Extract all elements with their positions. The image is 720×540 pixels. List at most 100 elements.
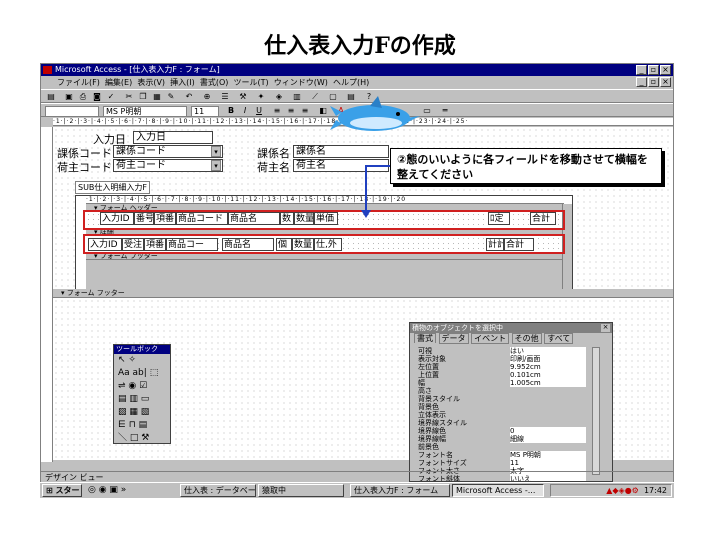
menu-help[interactable]: ヘルプ(H) xyxy=(333,78,369,87)
underline-icon[interactable]: U xyxy=(253,106,265,116)
button-tool-icon[interactable]: ▭ xyxy=(141,394,150,404)
property-row[interactable]: 境界線幅 細線 xyxy=(418,435,588,444)
subform-tool-icon[interactable]: ▤ xyxy=(139,420,148,430)
build-icon[interactable]: ⟋ xyxy=(309,92,321,102)
hyperlink-icon[interactable]: ⊕ xyxy=(201,92,213,102)
radio-tool-icon[interactable]: ◉ xyxy=(128,381,136,391)
menu-format[interactable]: 書式(O) xyxy=(200,78,229,87)
property-value[interactable] xyxy=(510,408,586,409)
tab-all[interactable]: すべて xyxy=(544,333,574,344)
task-access[interactable]: Microsoft Access -... xyxy=(452,484,544,497)
dept-dropdown-icon[interactable]: ▾ xyxy=(211,146,221,157)
print-icon[interactable]: ⎙ xyxy=(77,92,89,102)
property-value[interactable] xyxy=(510,400,586,401)
group-tool-icon[interactable]: ⬚ xyxy=(150,368,159,378)
task-database[interactable]: 仕入表 : データベース xyxy=(180,484,256,497)
copy-icon[interactable]: ❐ xyxy=(137,92,149,102)
task-capture[interactable]: 猿取中 xyxy=(258,484,344,497)
border-color-icon[interactable]: ▭ xyxy=(421,106,433,116)
view-icon[interactable]: ▤ xyxy=(45,92,57,102)
property-row[interactable]: フォント名 MS P明朝 xyxy=(418,451,588,460)
property-row[interactable]: 境界線スタイル xyxy=(418,419,588,427)
property-row[interactable]: 上位置 0.101cm xyxy=(418,371,588,380)
tab-tool-icon[interactable]: ⊓ xyxy=(129,420,136,430)
doc-close-icon[interactable]: × xyxy=(660,77,671,87)
spell-icon[interactable]: ✓ xyxy=(105,92,117,102)
more-tools-icon[interactable]: ⚒ xyxy=(141,433,149,443)
properties-icon[interactable]: ▥ xyxy=(291,92,303,102)
save-icon[interactable]: ▣ xyxy=(63,92,75,102)
paste-icon[interactable]: ▦ xyxy=(151,92,163,102)
align-right-icon[interactable]: ≡ xyxy=(299,106,311,116)
line-width-icon[interactable]: ═ xyxy=(439,106,451,116)
unbound-frame-icon[interactable]: ▦ xyxy=(129,407,138,417)
close-icon[interactable]: × xyxy=(660,65,671,75)
italic-icon[interactable]: I xyxy=(239,106,251,116)
property-value[interactable] xyxy=(510,448,586,449)
menu-window[interactable]: ウィンドウ(W) xyxy=(274,78,328,87)
label-tool-icon[interactable]: Aa xyxy=(118,368,130,378)
menu-view[interactable]: 表示(V) xyxy=(137,78,165,87)
field-dept-name[interactable]: 課係名 xyxy=(293,145,389,158)
property-row[interactable]: 背景スタイル xyxy=(418,395,588,403)
property-row[interactable]: 可視 はい xyxy=(418,347,588,356)
property-row[interactable]: 表示対象 印刷/画面 xyxy=(418,355,588,364)
property-row[interactable]: 背景色 xyxy=(418,403,588,411)
property-row[interactable]: 前景色 xyxy=(418,443,588,451)
toolbox-palette[interactable]: ツールボック ↖ ✧ Aa ab| ⬚ ⇌ ◉ ☑ ▤ ▥ ▭ ▨ ▦ ▧ ⋿ … xyxy=(113,344,171,444)
wizard-icon[interactable]: ✧ xyxy=(128,355,136,365)
format-painter-icon[interactable]: ✎ xyxy=(165,92,177,102)
bold-icon[interactable]: B xyxy=(225,106,237,116)
property-value[interactable] xyxy=(510,416,586,417)
property-sheet[interactable]: 積物のオブジェクトを選択中 × 書式 データ イベント その他 すべて 可視 はい… xyxy=(409,322,613,482)
minimize-icon[interactable]: _ xyxy=(636,65,647,75)
property-value[interactable] xyxy=(510,424,586,425)
tab-other[interactable]: その他 xyxy=(511,333,542,344)
toggle-tool-icon[interactable]: ⇌ xyxy=(118,381,126,391)
tab-format[interactable]: 書式 xyxy=(414,333,436,343)
textbox-tool-icon[interactable]: ab| xyxy=(133,368,147,378)
menu-insert[interactable]: 挿入(I) xyxy=(170,78,195,87)
image-tool-icon[interactable]: ▨ xyxy=(118,407,127,417)
preview-icon[interactable]: ◙ xyxy=(91,92,103,102)
field-dept-code[interactable]: 課係コード xyxy=(113,145,223,158)
bound-frame-icon[interactable]: ▧ xyxy=(141,407,150,417)
tab-event[interactable]: イベント xyxy=(471,333,510,344)
align-left-icon[interactable]: ≡ xyxy=(271,106,283,116)
line-tool-icon[interactable]: ＼ xyxy=(118,433,127,443)
field-supplier-code[interactable]: 荷主コード xyxy=(113,159,223,172)
doc-restore-icon[interactable]: ▫ xyxy=(648,77,659,87)
property-value[interactable] xyxy=(510,392,586,393)
property-row[interactable]: フォントサイズ 11 xyxy=(418,459,588,468)
property-row[interactable]: 幅 1.005cm xyxy=(418,379,588,388)
fill-color-icon[interactable]: ◧ xyxy=(317,106,329,116)
property-row[interactable]: 境界線色 0 xyxy=(418,427,588,436)
supplier-dropdown-icon[interactable]: ▾ xyxy=(211,160,221,171)
office-assistant-dolphin[interactable] xyxy=(330,96,420,140)
doc-minimize-icon[interactable]: _ xyxy=(636,77,647,87)
listbox-tool-icon[interactable]: ▥ xyxy=(129,394,138,404)
cut-icon[interactable]: ✂ xyxy=(123,92,135,102)
autoformat-icon[interactable]: ✦ xyxy=(255,92,267,102)
quicklaunch-icons[interactable]: ◎ ◉ ▣ » xyxy=(88,485,126,495)
menu-edit[interactable]: 編集(E) xyxy=(105,78,132,87)
menu-file[interactable]: ファイル(F) xyxy=(57,78,100,87)
rect-tool-icon[interactable]: □ xyxy=(130,433,139,443)
pagebreak-tool-icon[interactable]: ⋿ xyxy=(118,420,126,430)
align-center-icon[interactable]: ≡ xyxy=(285,106,297,116)
restore-icon[interactable]: ▫ xyxy=(648,65,659,75)
pointer-icon[interactable]: ↖ xyxy=(118,355,126,365)
property-scrollbar[interactable] xyxy=(592,347,600,475)
field-input-date[interactable]: 入力日 xyxy=(133,131,213,144)
object-combo[interactable] xyxy=(45,106,99,117)
undo-icon[interactable]: ↶ xyxy=(183,92,195,102)
tray-icons[interactable]: ▲◆◈●⚙ xyxy=(606,486,639,495)
code-icon[interactable]: ◈ xyxy=(273,92,285,102)
property-close-icon[interactable]: × xyxy=(601,324,610,332)
combobox-tool-icon[interactable]: ▤ xyxy=(118,394,127,404)
size-combo[interactable]: 11 xyxy=(191,106,219,117)
menu-tools[interactable]: ツール(T) xyxy=(233,78,268,87)
property-row[interactable]: 立体表示 xyxy=(418,411,588,419)
tab-data[interactable]: データ xyxy=(438,333,469,344)
property-row[interactable]: 高さ xyxy=(418,387,588,395)
